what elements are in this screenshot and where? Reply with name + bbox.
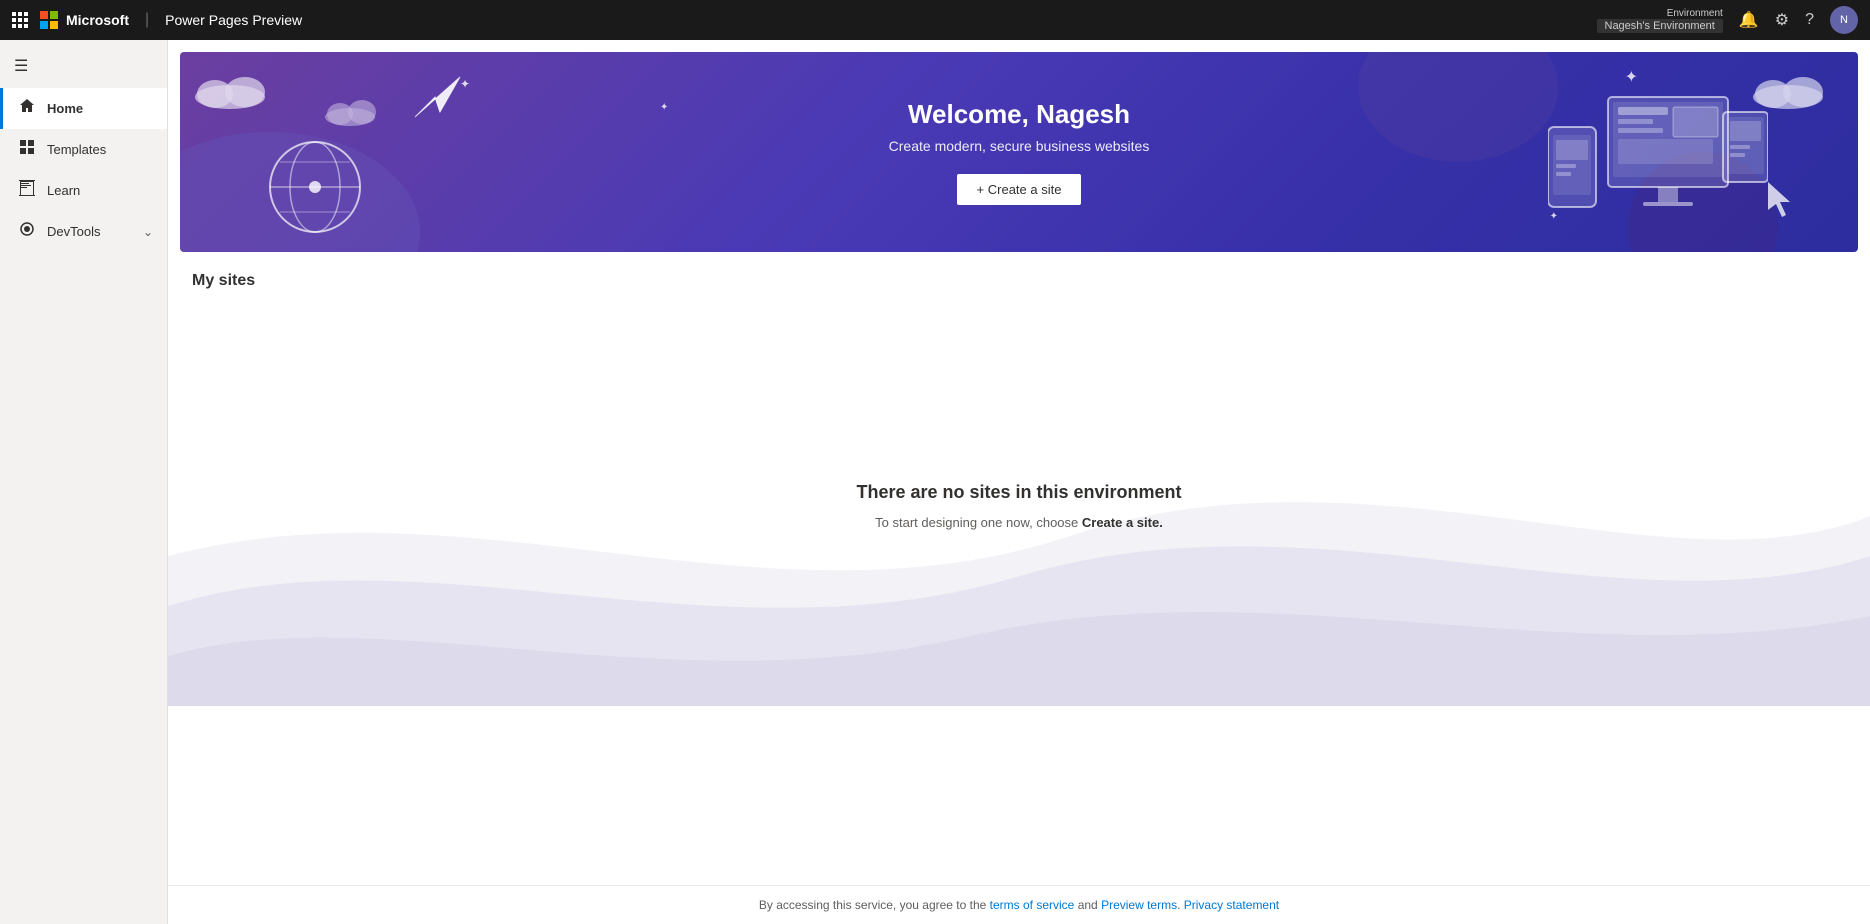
notification-bell-icon[interactable]: 🔔 <box>1739 10 1759 30</box>
cloud-right-icon <box>1748 72 1828 117</box>
content-area: ✦ ✦ ✦ ✦ <box>168 40 1870 924</box>
empty-state-text: There are no sites in this environment T… <box>856 482 1181 530</box>
home-icon <box>17 98 37 119</box>
hero-content: Welcome, Nagesh Create modern, secure bu… <box>889 99 1150 205</box>
my-sites-title: My sites <box>192 272 1846 290</box>
devtools-chevron-icon: ⌄ <box>143 225 153 239</box>
wave-background <box>168 356 1870 706</box>
sidebar-templates-label: Templates <box>47 142 153 157</box>
sidebar-home-label: Home <box>47 101 153 116</box>
create-site-button[interactable]: + Create a site <box>957 174 1082 205</box>
empty-state-desc: To start designing one now, choose Creat… <box>856 515 1181 530</box>
star-icon-2: ✦ <box>660 102 668 113</box>
cloud-mid-icon <box>320 97 380 132</box>
settings-gear-icon[interactable]: ⚙ <box>1775 10 1789 30</box>
sidebar: ☰ Home Templates Learn DevTools ⌄ <box>0 40 168 924</box>
help-question-icon[interactable]: ? <box>1805 11 1814 29</box>
empty-desc-link: Create a site. <box>1082 515 1163 530</box>
sidebar-learn-label: Learn <box>47 183 153 198</box>
environment-value: Nagesh's Environment <box>1597 19 1723 33</box>
main-layout: ☰ Home Templates Learn DevTools ⌄ <box>0 40 1870 924</box>
microsoft-logo: Microsoft <box>40 11 129 29</box>
templates-icon <box>17 139 37 160</box>
hamburger-menu-icon[interactable]: ☰ <box>0 48 167 84</box>
footer: By accessing this service, you agree to … <box>168 885 1870 924</box>
environment-selector[interactable]: Environment Nagesh's Environment <box>1597 8 1723 33</box>
sidebar-item-devtools[interactable]: DevTools ⌄ <box>0 211 167 252</box>
hero-subtitle: Create modern, secure business websites <box>889 138 1150 154</box>
empty-state-area: There are no sites in this environment T… <box>192 306 1846 706</box>
tos-link[interactable]: terms of service <box>990 898 1075 912</box>
user-avatar[interactable]: N <box>1830 6 1858 34</box>
sidebar-devtools-label: DevTools <box>47 224 133 239</box>
empty-state-title: There are no sites in this environment <box>856 482 1181 503</box>
paper-plane-decoration <box>410 67 465 127</box>
devtools-icon <box>17 221 37 242</box>
devices-decoration <box>1548 77 1768 252</box>
cloud-left-icon <box>190 72 270 117</box>
topbar: Microsoft | Power Pages Preview Environm… <box>0 0 1870 40</box>
cursor-decoration <box>1768 182 1798 222</box>
my-sites-section: My sites There are no sites in this envi… <box>168 252 1870 885</box>
globe-decoration <box>260 132 370 247</box>
preview-terms-link[interactable]: Preview terms <box>1101 898 1177 912</box>
topbar-right: Environment Nagesh's Environment 🔔 ⚙ ? N <box>1597 6 1859 34</box>
privacy-statement-link[interactable]: Privacy statement <box>1184 898 1279 912</box>
microsoft-label: Microsoft <box>66 12 129 28</box>
sidebar-item-home[interactable]: Home <box>0 88 167 129</box>
sidebar-item-learn[interactable]: Learn <box>0 170 167 211</box>
empty-desc-prefix: To start designing one now, choose <box>875 515 1082 530</box>
hero-banner: ✦ ✦ ✦ ✦ <box>180 52 1858 252</box>
learn-icon <box>17 180 37 201</box>
footer-and: and <box>1074 898 1101 912</box>
app-title: Power Pages Preview <box>165 12 302 28</box>
waffle-menu-button[interactable] <box>12 12 28 28</box>
environment-label: Environment <box>1667 8 1723 19</box>
hero-bg-shape-2 <box>1358 52 1558 162</box>
footer-period: . <box>1177 898 1184 912</box>
hero-title: Welcome, Nagesh <box>889 99 1150 130</box>
sidebar-item-templates[interactable]: Templates <box>0 129 167 170</box>
footer-prefix: By accessing this service, you agree to … <box>759 898 990 912</box>
